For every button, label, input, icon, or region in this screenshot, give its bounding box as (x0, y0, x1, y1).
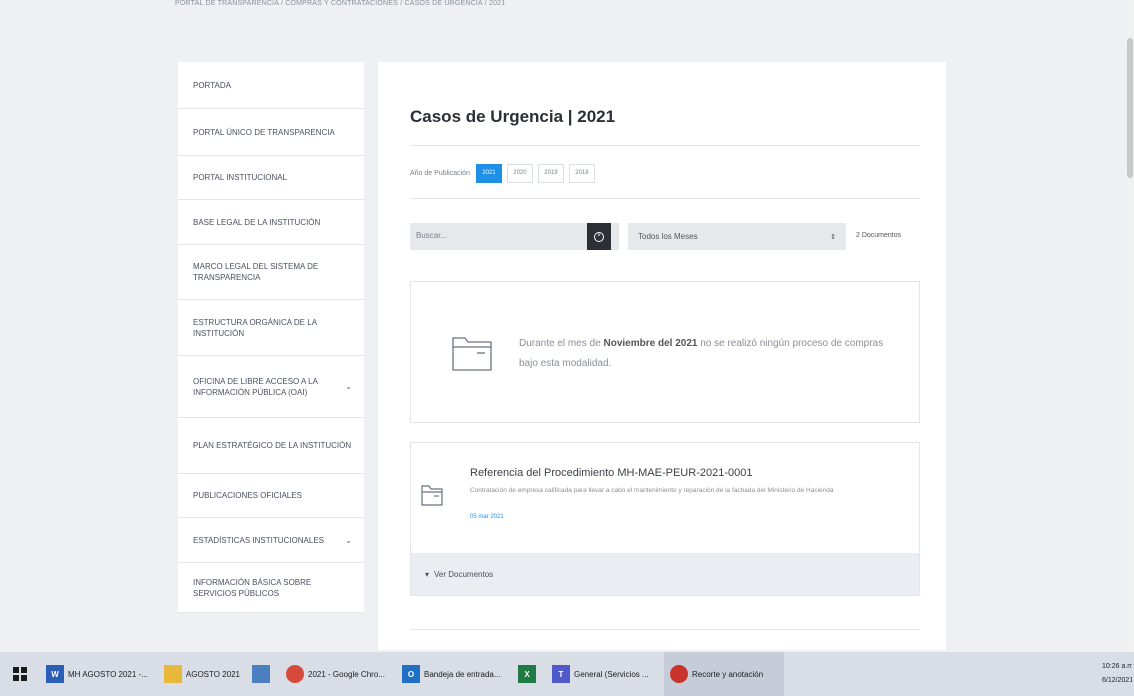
sidebar-item-label: PORTADA (193, 80, 231, 90)
chevron-down-icon[interactable]: ⌄ (345, 381, 352, 392)
taskbar-item-label: Bandeja de entrada... (424, 669, 501, 679)
main-content: Casos de Urgencia | 2021 Año de Publicac… (378, 62, 946, 650)
select-arrows-icon: ⇕ (830, 233, 836, 241)
sidebar-item-label: BASE LEGAL DE LA INSTITUCIÓN (193, 217, 321, 227)
sidebar-item-estructura-organica[interactable]: ESTRUCTURA ORGÁNICA DE LA INSTITUCIÓN (178, 300, 364, 356)
procedure-description: Contratación de empresa calificada para … (470, 487, 834, 494)
taskbar-item-teams[interactable]: T General (Servicios ... (546, 652, 664, 696)
year-button-2019[interactable]: 2019 (537, 163, 564, 183)
sidebar-item-servicios-publicos[interactable]: INFORMACIÓN BÁSICA SOBRE SERVICIOS PÚBLI… (178, 563, 364, 613)
sidebar-item-label: ESTRUCTURA ORGÁNICA DE LA INSTITUCIÓN (193, 317, 317, 338)
divider (410, 629, 920, 630)
chrome-icon (286, 665, 304, 683)
clock-time: 10:26 a.m. (1102, 663, 1132, 670)
taskbar-item-label: MH AGOSTO 2021 -... (68, 669, 148, 679)
sidebar-item-base-legal[interactable]: BASE LEGAL DE LA INSTITUCIÓN (178, 200, 364, 245)
sidebar-item-label: PLAN ESTRATÉGICO DE LA INSTITUCIÓN (193, 441, 352, 450)
taskbar-item-folder[interactable]: AGOSTO 2021 (158, 652, 246, 696)
taskbar-item-label: AGOSTO 2021 (185, 669, 240, 679)
clock-date: 6/12/2021 (1102, 677, 1132, 684)
teams-icon: T (552, 665, 570, 683)
chevron-down-icon[interactable]: ⌄ (345, 535, 352, 546)
sidebar-item-portal-institucional[interactable]: PORTAL INSTITUCIONAL (178, 156, 364, 200)
sidebar-item-estadisticas[interactable]: ESTADÍSTICAS INSTITUCIONALES ⌄ (178, 518, 364, 563)
windows-start-button[interactable] (0, 652, 40, 696)
sidebar-item-portal-unico[interactable]: PORTAL ÚNICO DE TRANSPARENCIA (178, 109, 364, 156)
breadcrumb[interactable]: PORTAL DE TRANSPARENCIA / COMPRAS Y CONT… (175, 0, 505, 10)
month-select[interactable]: Todos los Meses ⇕ (628, 223, 846, 250)
year-button-2020[interactable]: 2020 (506, 163, 533, 183)
taskbar-item-label: Recorte y anotación (692, 669, 764, 679)
page-title: Casos de Urgencia | 2021 (410, 107, 616, 126)
taskbar-item-notepad[interactable] (246, 652, 280, 696)
sidebar-item-publicaciones[interactable]: PUBLICACIONES OFICIALES (178, 474, 364, 518)
chevron-down-icon: ▾ (425, 569, 430, 579)
taskbar-item-chrome[interactable]: 2021 - Google Chro... (280, 652, 396, 696)
excel-icon: X (518, 665, 536, 683)
month-select-value: Todos los Meses (638, 232, 698, 241)
taskbar-item-label: 2021 - Google Chro... (308, 669, 385, 679)
folder-icon (164, 665, 182, 683)
sidebar-item-label: PORTAL INSTITUCIONAL (193, 173, 288, 182)
procedure-title[interactable]: Referencia del Procedimiento MH-MAE-PEUR… (470, 467, 752, 479)
sidebar-item-portada[interactable]: PORTADA (178, 62, 364, 109)
sidebar-item-label: PUBLICACIONES OFICIALES (193, 491, 302, 500)
sidebar-item-label: INFORMACIÓN BÁSICA SOBRE SERVICIOS PÚBLI… (193, 577, 312, 598)
sidebar-item-oai[interactable]: OFICINA DE LIBRE ACCESO A LA INFORMACIÓN… (178, 356, 364, 418)
sidebar-item-label: OFICINA DE LIBRE ACCESO A LA INFORMACIÓN… (193, 376, 318, 397)
system-clock[interactable]: 10:26 a.m. 6/12/2021 (1102, 660, 1132, 688)
year-filter: Año de Publicación 2021 2020 2019 2018 (410, 162, 600, 184)
sidebar-item-label: PORTAL ÚNICO DE TRANSPARENCIA (193, 127, 335, 137)
sidebar-item-marco-legal[interactable]: MARCO LEGAL DEL SISTEMA DE TRANSPARENCIA (178, 245, 364, 300)
year-button-2021[interactable]: 2021 (475, 163, 502, 183)
year-button-2018[interactable]: 2018 (568, 163, 595, 183)
word-icon: W (46, 665, 64, 683)
sidebar-item-plan-estrategico[interactable]: PLAN ESTRATÉGICO DE LA INSTITUCIÓN (178, 418, 364, 474)
outlook-icon: O (402, 665, 420, 683)
taskbar-item-outlook[interactable]: O Bandeja de entrada... (396, 652, 512, 696)
taskbar-item-excel[interactable]: X (512, 652, 546, 696)
windows-icon (13, 667, 27, 681)
sidebar-item-label: ESTADÍSTICAS INSTITUCIONALES (193, 535, 324, 545)
notepad-icon (252, 665, 270, 683)
divider (410, 198, 920, 199)
taskbar: W MH AGOSTO 2021 -... AGOSTO 2021 2021 -… (0, 652, 1134, 696)
year-filter-label: Año de Publicación (410, 169, 470, 177)
document-count: 2 Documentos (856, 232, 902, 239)
view-documents-toggle[interactable]: ▾ Ver Documentos (411, 553, 919, 595)
sidebar-item-label: MARCO LEGAL DEL SISTEMA DE TRANSPARENCIA (193, 262, 319, 282)
scrollbar[interactable] (1126, 0, 1134, 652)
sidebar-nav: PORTADA PORTAL ÚNICO DE TRANSPARENCIA PO… (178, 62, 364, 613)
folder-icon (421, 485, 443, 506)
search-button[interactable]: × (587, 223, 611, 250)
empty-notice-text: Durante el mes de Noviembre del 2021 no … (519, 338, 884, 369)
close-icon: × (594, 231, 604, 242)
folder-icon (452, 337, 492, 371)
procedure-date: 05 mar 2021 (470, 514, 504, 520)
scrollbar-thumb[interactable] (1127, 38, 1133, 178)
taskbar-item-snip[interactable]: Recorte y anotación (664, 652, 784, 696)
view-documents-label: Ver Documentos (434, 569, 494, 579)
taskbar-item-word[interactable]: W MH AGOSTO 2021 -... (40, 652, 158, 696)
empty-notice-card: Durante el mes de Noviembre del 2021 no … (410, 281, 920, 423)
divider (410, 145, 920, 146)
taskbar-item-label: General (Servicios ... (574, 669, 649, 679)
snip-icon (670, 665, 688, 683)
procedure-card: Referencia del Procedimiento MH-MAE-PEUR… (410, 442, 920, 596)
